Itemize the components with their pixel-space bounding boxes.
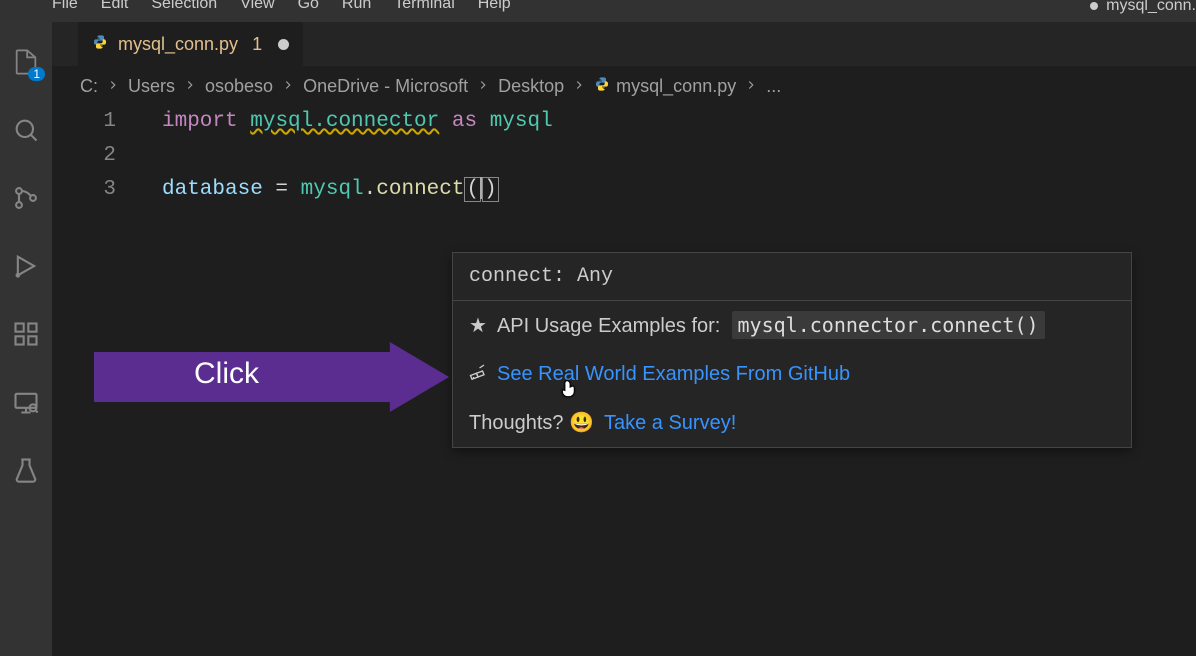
tab-mysql-conn[interactable]: mysql_conn.py 1 xyxy=(78,22,303,66)
chevron-right-icon xyxy=(744,76,758,97)
explorer-icon[interactable]: 1 xyxy=(12,48,40,76)
breadcrumbs[interactable]: C: Users osobeso OneDrive - Microsoft De… xyxy=(52,66,1196,103)
code-editor[interactable]: 1 import mysql.connector as mysql 2 3 da… xyxy=(52,103,1196,207)
line-number: 3 xyxy=(52,173,162,207)
chevron-right-icon xyxy=(106,76,120,97)
modified-indicator-icon xyxy=(278,39,289,50)
source-control-icon[interactable] xyxy=(12,184,40,212)
crumb[interactable]: OneDrive - Microsoft xyxy=(303,76,468,97)
activity-bar: 1 xyxy=(0,22,52,656)
python-file-icon xyxy=(92,34,108,55)
chevron-right-icon xyxy=(281,76,295,97)
hover-api-examples: ★API Usage Examples for: mysql.connector… xyxy=(453,300,1131,350)
modified-dot-icon xyxy=(1090,2,1098,10)
menu-selection[interactable]: Selection xyxy=(141,0,227,11)
click-annotation: Click xyxy=(94,342,449,412)
menu-view[interactable]: View xyxy=(230,0,284,11)
star-icon: ★ xyxy=(469,315,487,337)
editor-area: mysql_conn.py 1 C: Users osobeso OneDriv… xyxy=(52,22,1196,656)
menu-run[interactable]: Run xyxy=(332,0,381,11)
testing-icon[interactable] xyxy=(12,456,40,484)
menu-file[interactable]: File xyxy=(42,0,88,11)
hover-tooltip: connect: Any ★API Usage Examples for: my… xyxy=(452,252,1132,448)
chevron-right-icon xyxy=(572,76,586,97)
crumb[interactable]: ... xyxy=(766,76,781,97)
smile-emoji-icon: 😃 xyxy=(569,412,594,434)
crumb[interactable]: Desktop xyxy=(498,76,564,97)
chevron-right-icon xyxy=(476,76,490,97)
crumb[interactable]: osobeso xyxy=(205,76,273,97)
run-debug-icon[interactable] xyxy=(12,252,40,280)
take-survey-link[interactable]: Take a Survey! xyxy=(604,412,736,434)
chevron-right-icon xyxy=(183,76,197,97)
menu-go[interactable]: Go xyxy=(288,0,329,11)
tab-bar: mysql_conn.py 1 xyxy=(52,22,1196,66)
extensions-icon[interactable] xyxy=(12,320,40,348)
line-number: 1 xyxy=(52,105,162,139)
code-line[interactable]: import mysql.connector as mysql xyxy=(162,105,1196,139)
crumb[interactable]: mysql_conn.py xyxy=(594,76,736,97)
api-code: mysql.connector.connect() xyxy=(732,311,1045,339)
titlebar-filename: mysql_conn. xyxy=(1090,0,1196,15)
hover-survey-row: Thoughts? 😃Take a Survey! xyxy=(453,398,1131,447)
hover-signature: connect: Any xyxy=(453,253,1131,300)
tab-label: mysql_conn.py xyxy=(118,34,238,55)
search-icon[interactable] xyxy=(12,116,40,144)
menubar: File Edit Selection View Go Run Terminal… xyxy=(0,0,1196,22)
menu-edit[interactable]: Edit xyxy=(91,0,139,11)
remote-icon[interactable] xyxy=(12,388,40,416)
crumb[interactable]: Users xyxy=(128,76,175,97)
telescope-icon xyxy=(469,363,487,385)
code-line[interactable] xyxy=(162,139,1196,173)
hover-link-row: See Real World Examples From GitHub xyxy=(453,350,1131,398)
tab-suffix: 1 xyxy=(252,34,262,55)
code-line[interactable]: database = mysql.connect() xyxy=(162,173,1196,207)
line-number: 2 xyxy=(52,139,162,173)
annotation-label: Click xyxy=(194,357,259,391)
menu-terminal[interactable]: Terminal xyxy=(384,0,464,11)
see-examples-link[interactable]: See Real World Examples From GitHub xyxy=(497,363,850,385)
python-file-icon xyxy=(594,76,610,92)
menu-help[interactable]: Help xyxy=(468,0,521,11)
explorer-badge: 1 xyxy=(28,67,45,81)
crumb[interactable]: C: xyxy=(80,76,98,97)
